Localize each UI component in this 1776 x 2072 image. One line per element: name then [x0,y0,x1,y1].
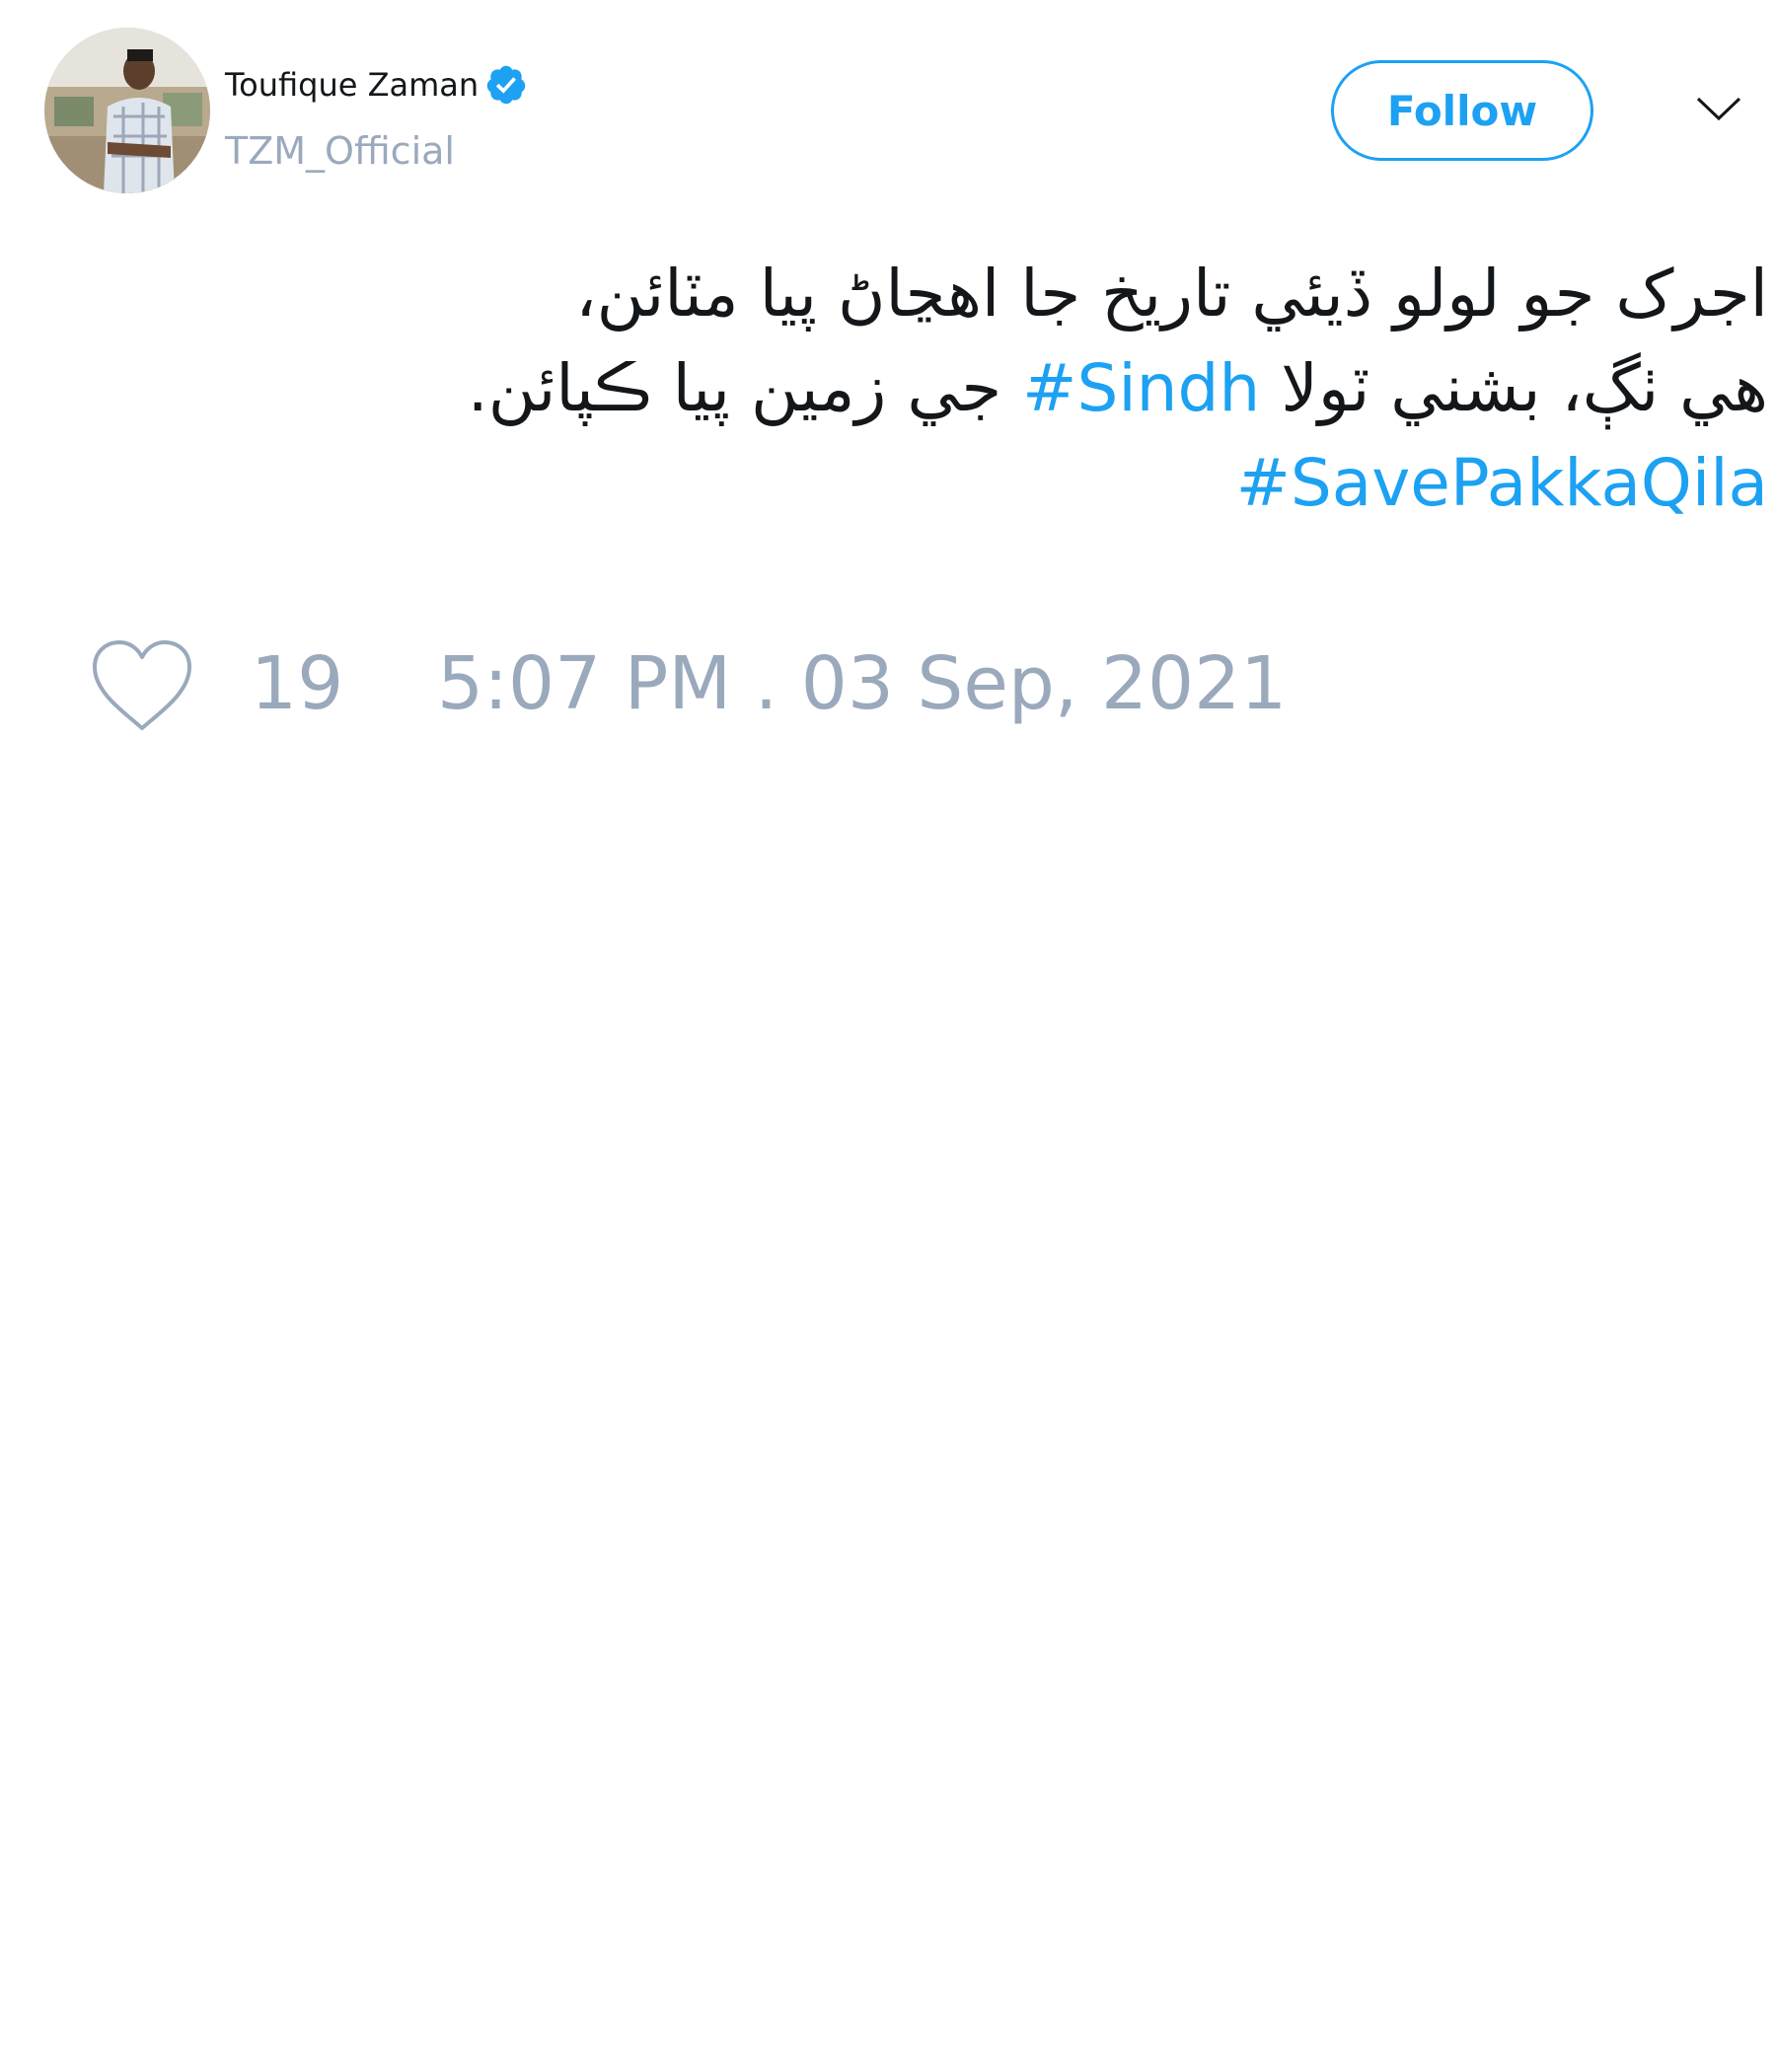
verified-badge-icon [486,65,526,105]
tweet-line-3: #SavePakkaQila [79,436,1768,531]
heart-icon[interactable] [89,637,195,734]
tweet-text-segment: جي زمين پيا ڪپائن. [467,350,1023,426]
author-handle[interactable]: TZM_Official [225,128,455,174]
tweet-text: اجرک جو لولو ڏيئي تاريخ جا اهڃاڻ پيا مٽا… [79,247,1768,531]
avatar-photo [44,28,210,193]
hashtag-link-savepakkaqila[interactable]: #SavePakkaQila [1236,445,1768,521]
author-display-name[interactable]: Toufique Zaman [225,63,528,107]
like-count: 19 [251,641,344,726]
tweet-text-segment: اجرک جو لولو ڏيئي تاريخ جا اهڃاڻ پيا مٽا… [575,256,1768,332]
hashtag-link-sindh[interactable]: #Sindh [1022,350,1260,426]
tweet-text-segment: هي ٺڳ، بشني ٽولا [1260,350,1768,426]
follow-button[interactable]: Follow [1331,60,1593,161]
author-name-text: Toufique Zaman [225,66,480,104]
tweet-line-1: اجرک جو لولو ڏيئي تاريخ جا اهڃاڻ پيا مٽا… [79,247,1768,341]
chevron-down-icon[interactable] [1695,91,1742,126]
tweet-timestamp[interactable]: 5:07 PM . 03 Sep, 2021 [437,639,1287,728]
tweet-line-2: هي ٺڳ، بشني ٽولا #Sindh جي زمين پيا ڪپائ… [79,341,1768,436]
avatar[interactable] [44,28,210,193]
